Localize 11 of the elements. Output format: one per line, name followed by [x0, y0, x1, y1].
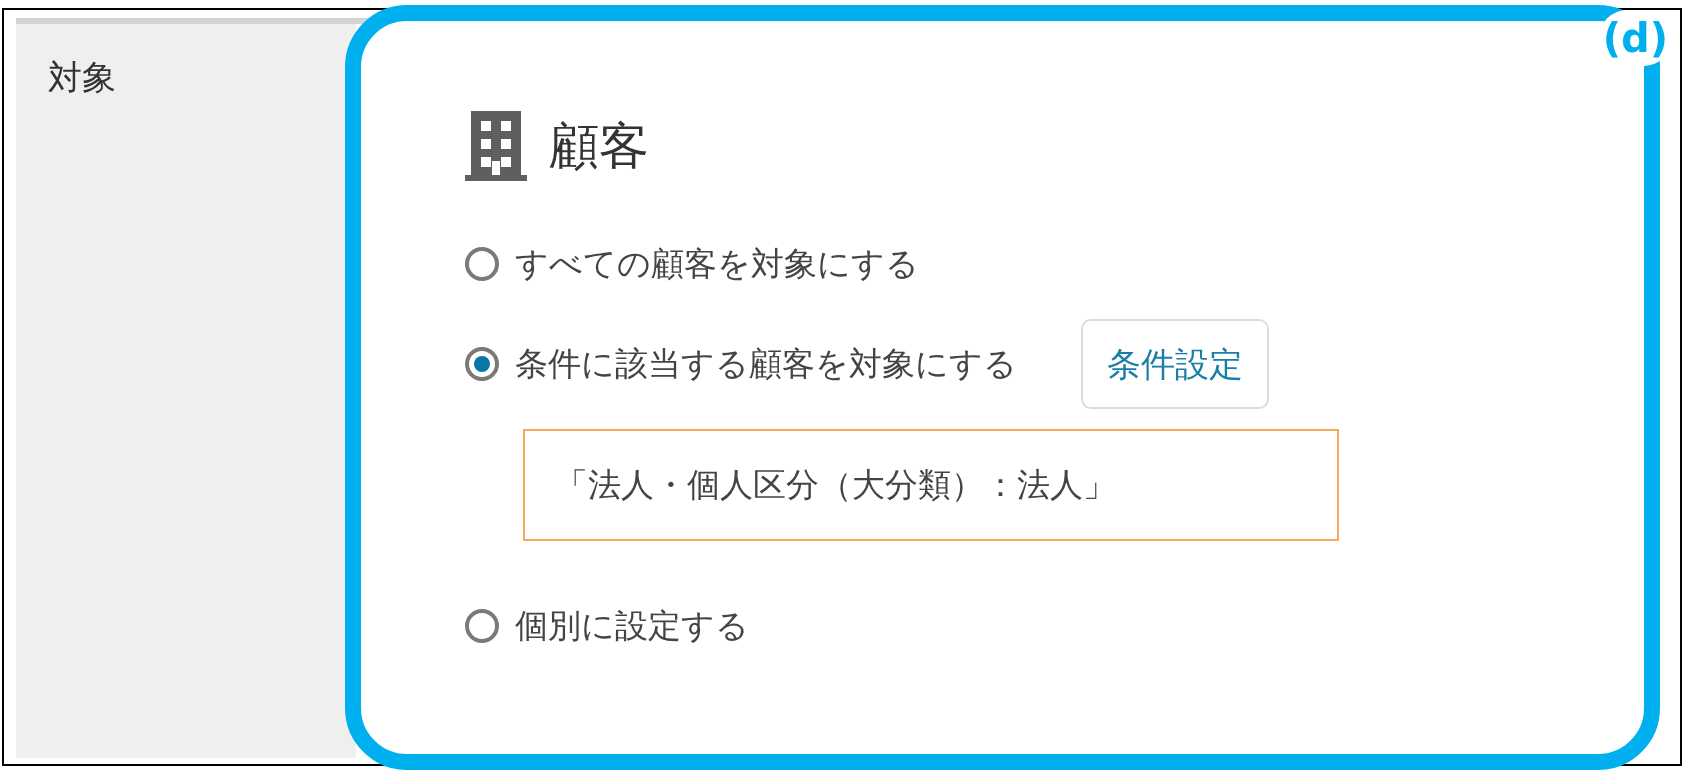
condition-summary: 「法人・個人区分（大分類）：法人」: [523, 429, 1339, 541]
option-label: 条件に該当する顧客を対象にする: [515, 343, 1017, 386]
option-label: 個別に設定する: [515, 605, 749, 648]
field-label: 対象: [48, 57, 116, 97]
radio-button[interactable]: [465, 609, 499, 643]
section-title: 顧客: [549, 121, 649, 171]
condition-settings-button[interactable]: 条件設定: [1081, 319, 1269, 409]
radio-button[interactable]: [465, 247, 499, 281]
building-icon: [465, 111, 527, 181]
option-label: すべての顧客を対象にする: [515, 243, 919, 286]
radio-button[interactable]: [465, 347, 499, 381]
